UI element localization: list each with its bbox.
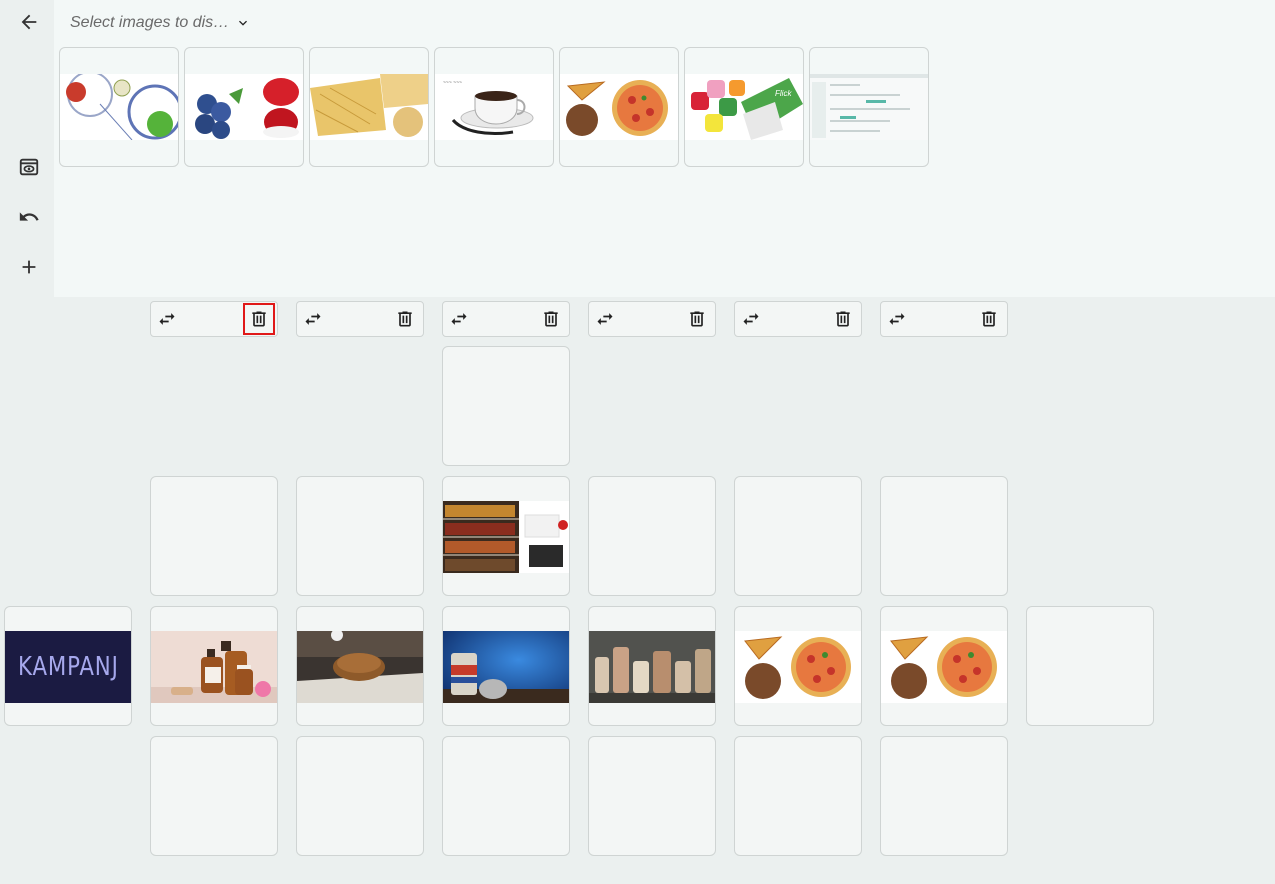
coffee-cup-image: ~~~ ~~~ (435, 74, 553, 140)
swap-arrows-icon (743, 313, 759, 325)
empty-slot[interactable] (442, 736, 570, 856)
delete-button[interactable] (975, 305, 1003, 333)
berries-image (185, 74, 303, 140)
swap-button[interactable] (591, 305, 619, 333)
preview-icon (19, 158, 39, 176)
bread-image (297, 631, 423, 703)
pasta-image (310, 74, 428, 140)
empty-slot[interactable] (1026, 606, 1154, 726)
swap-arrows-icon (305, 313, 321, 325)
pizza-image (881, 631, 1007, 703)
back-button[interactable] (14, 7, 44, 37)
trash-icon (982, 311, 996, 327)
empty-slot[interactable] (588, 476, 716, 596)
image-slot-can[interactable] (442, 606, 570, 726)
empty-slot[interactable] (150, 736, 278, 856)
pizza-image (560, 74, 678, 140)
swap-arrows-icon (597, 313, 613, 325)
image-slot-pizza[interactable] (880, 606, 1008, 726)
gum-packs-image: Flick (685, 74, 803, 140)
svg-text:Flick: Flick (775, 89, 792, 98)
empty-slot[interactable] (880, 476, 1008, 596)
image-slot-pizza[interactable] (734, 606, 862, 726)
image-select-dropdown[interactable]: Select images to dis… (70, 12, 251, 34)
undo-button[interactable] (14, 202, 44, 232)
undo-icon (19, 212, 39, 221)
plus-icon (22, 260, 36, 274)
trash-icon (544, 311, 558, 327)
column-4-controls (588, 301, 716, 337)
empty-slot[interactable] (734, 476, 862, 596)
beer-can-image (443, 631, 569, 703)
trash-icon (836, 311, 850, 327)
empty-slot[interactable] (880, 736, 1008, 856)
swap-button[interactable] (883, 305, 911, 333)
image-slot-kampanj[interactable]: KAMPANJ (4, 606, 132, 726)
trash-icon (398, 311, 412, 327)
swap-button[interactable] (153, 305, 181, 333)
thumbnail-pasta[interactable] (309, 47, 429, 167)
chevron-down-icon (239, 20, 248, 26)
trash-icon (252, 311, 266, 327)
image-select-placeholder: Select images to dis… (70, 14, 230, 31)
empty-slot[interactable] (442, 346, 570, 466)
thumbnail-fruits[interactable] (59, 47, 179, 167)
swap-arrows-icon (889, 313, 905, 325)
image-slot-jars[interactable] (588, 606, 716, 726)
delete-button[interactable] (391, 305, 419, 333)
kampanj-banner: KAMPANJ (5, 631, 131, 703)
column-2-controls (296, 301, 424, 337)
delete-button[interactable] (829, 305, 857, 333)
thumbnail-document[interactable] (809, 47, 929, 167)
image-slot-bread[interactable] (296, 606, 424, 726)
column-5-controls (734, 301, 862, 337)
image-slot-bottles[interactable] (150, 606, 278, 726)
pizza-image (735, 631, 861, 703)
shop-shelves-image (443, 501, 569, 573)
empty-slot[interactable] (588, 736, 716, 856)
thumbnail-berries[interactable] (184, 47, 304, 167)
empty-slot[interactable] (296, 476, 424, 596)
svg-text:~~~ ~~~: ~~~ ~~~ (443, 80, 462, 86)
fruits-image (60, 74, 178, 140)
column-3-controls (442, 301, 570, 337)
swap-button[interactable] (299, 305, 327, 333)
image-slot-shelves[interactable] (442, 476, 570, 596)
delete-button[interactable] (243, 303, 275, 335)
kampanj-text: KAMPANJ (17, 652, 119, 682)
thumbnail-gum[interactable]: Flick (684, 47, 804, 167)
column-6-controls (880, 301, 1008, 337)
delete-button[interactable] (537, 305, 565, 333)
thumbnail-coffee[interactable]: ~~~ ~~~ (434, 47, 554, 167)
jars-image (589, 631, 715, 703)
empty-slot[interactable] (150, 476, 278, 596)
preview-button[interactable] (14, 152, 44, 182)
thumbnail-pizza[interactable] (559, 47, 679, 167)
cosmetic-bottles-image (151, 631, 277, 703)
delete-button[interactable] (683, 305, 711, 333)
column-1-controls (150, 301, 278, 337)
swap-arrows-icon (451, 313, 467, 325)
swap-button[interactable] (737, 305, 765, 333)
trash-icon (690, 311, 704, 327)
swap-button[interactable] (445, 305, 473, 333)
empty-slot[interactable] (296, 736, 424, 856)
left-rail (0, 0, 54, 297)
top-panel: Select images to dis… ~~~ ~~~ Flick (0, 0, 1275, 297)
document-screenshot-image (810, 74, 928, 140)
arrow-left-icon (21, 14, 37, 30)
add-button[interactable] (14, 252, 44, 282)
empty-slot[interactable] (734, 736, 862, 856)
swap-arrows-icon (159, 313, 175, 325)
